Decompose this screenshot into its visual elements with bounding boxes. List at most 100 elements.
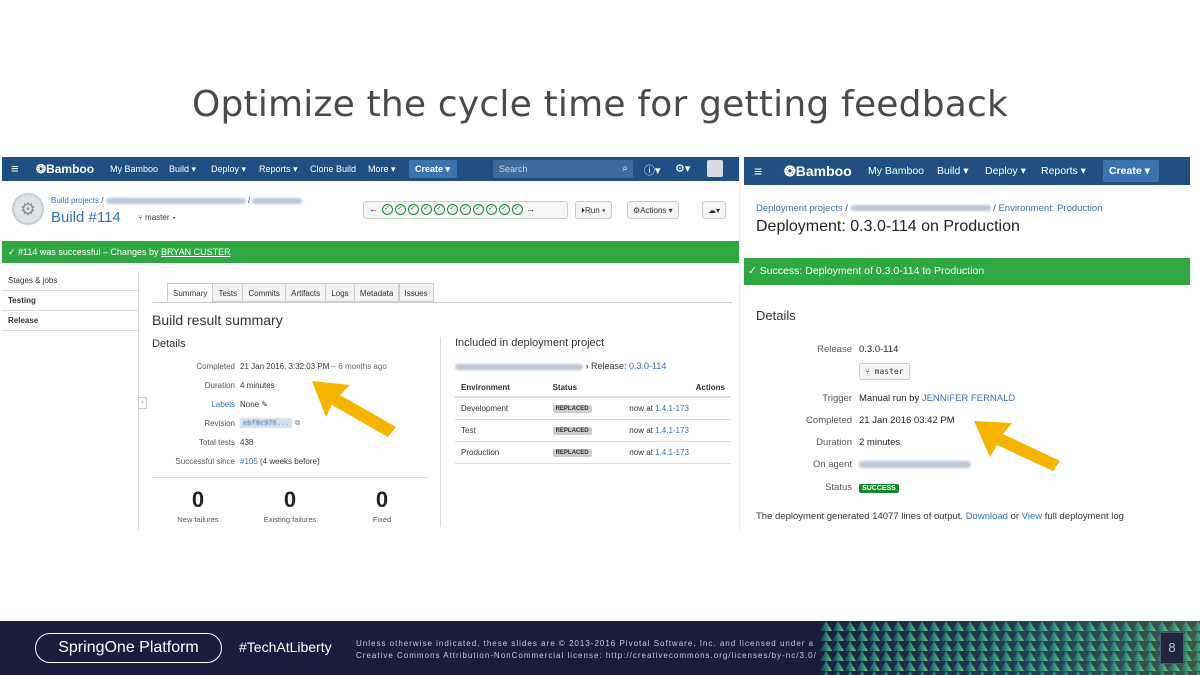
status-value: SUCCESS bbox=[859, 482, 899, 493]
build-title[interactable]: Build #114 bbox=[51, 209, 121, 226]
nav-my-bamboo[interactable]: My Bamboo bbox=[868, 165, 924, 177]
version-link[interactable]: 1.4.1-173 bbox=[655, 426, 689, 435]
tab-bar: Summary Tests Commits Artifacts Logs Met… bbox=[167, 283, 434, 303]
actions-button[interactable]: ⚙Actions ▾ bbox=[627, 201, 679, 219]
version-link[interactable]: 1.4.1-173 bbox=[655, 404, 689, 413]
copy-icon[interactable]: ⧉ bbox=[295, 418, 301, 427]
total-tests-value: 438 bbox=[240, 438, 254, 447]
sidebar: Stages & jobs Testing Release bbox=[2, 271, 139, 530]
new-failures-count: 0 bbox=[191, 487, 205, 512]
hashtag: #TechAtLiberty bbox=[239, 639, 332, 655]
environment-table: Environment Status Actions Development R… bbox=[455, 379, 731, 464]
build-check-icon[interactable]: ✓ bbox=[394, 204, 406, 216]
nav-build[interactable]: Build ▾ bbox=[169, 164, 196, 175]
env-test-link[interactable]: Test bbox=[455, 419, 547, 442]
create-button[interactable]: Create ▾ bbox=[409, 160, 457, 178]
nav-reports[interactable]: Reports ▾ bbox=[259, 164, 298, 175]
build-check-icon[interactable]: ✓ bbox=[498, 204, 510, 216]
gear-icon[interactable]: ⚙▾ bbox=[675, 162, 690, 175]
build-check-icon[interactable]: ✓ bbox=[381, 204, 393, 216]
nav-build[interactable]: Build ▾ bbox=[937, 165, 969, 177]
duration-label: Duration bbox=[204, 381, 235, 390]
col-environment: Environment bbox=[455, 379, 547, 398]
search-input[interactable]: Search ⌕ bbox=[493, 160, 633, 178]
springone-logo: SpringOne Platform bbox=[35, 633, 222, 663]
agent-label: On agent bbox=[812, 459, 852, 470]
next-arrow-icon[interactable]: → bbox=[526, 204, 535, 214]
tab-commits[interactable]: Commits bbox=[242, 283, 286, 302]
revision-value[interactable]: ebf8c976... ⧉ bbox=[240, 418, 300, 428]
run-button[interactable]: ⏵Run ▾ bbox=[575, 201, 612, 219]
build-check-icon[interactable]: ✓ bbox=[511, 204, 523, 216]
view-log-link[interactable]: View bbox=[1022, 511, 1042, 522]
duration-value: 4 minutes bbox=[240, 381, 275, 390]
status-badge: REPLACED bbox=[552, 405, 592, 414]
build-check-icon[interactable]: ✓ bbox=[433, 204, 445, 216]
column-divider bbox=[440, 337, 441, 527]
details-divider bbox=[152, 477, 428, 478]
tab-issues[interactable]: Issues bbox=[398, 283, 434, 302]
sidebar-item-testing[interactable]: Testing bbox=[2, 291, 138, 311]
top-nav: ≡ ❂Bamboo My Bamboo Build ▾ Deploy ▾ Rep… bbox=[744, 157, 1190, 185]
search-icon: ⌕ bbox=[622, 163, 628, 174]
page-title: Deployment: 0.3.0-114 on Production bbox=[756, 218, 1020, 235]
nav-deploy[interactable]: Deploy ▾ bbox=[985, 165, 1026, 177]
share-button[interactable]: ☁▾ bbox=[702, 201, 727, 219]
build-check-icon[interactable]: ✓ bbox=[420, 204, 432, 216]
tab-logs[interactable]: Logs bbox=[325, 283, 355, 302]
now-at-cell: now at 1.4.1-173 bbox=[623, 419, 731, 442]
agent-value[interactable] bbox=[859, 459, 971, 470]
breadcrumb-deployment-projects[interactable]: Deployment projects bbox=[756, 203, 843, 214]
build-status-gear-icon: ⚙ bbox=[12, 193, 44, 225]
trigger-value: Manual run by JENNIFER FERNALD bbox=[859, 393, 1016, 404]
release-link[interactable]: 0.3.0-114 bbox=[859, 344, 898, 355]
env-production-link[interactable]: Production bbox=[455, 441, 547, 464]
avatar[interactable] bbox=[707, 160, 723, 177]
menu-icon[interactable]: ≡ bbox=[11, 162, 19, 175]
branch-selector[interactable]: ⑂ master ▾ bbox=[138, 213, 177, 222]
build-check-icon[interactable]: ✓ bbox=[472, 204, 484, 216]
release-link[interactable]: 0.3.0-114 bbox=[629, 361, 666, 371]
build-check-icon[interactable]: ✓ bbox=[485, 204, 497, 216]
top-nav: ≡ ❂Bamboo My Bamboo Build ▾ Deploy ▾ Rep… bbox=[2, 157, 739, 181]
menu-icon[interactable]: ≡ bbox=[754, 163, 762, 179]
tab-metadata[interactable]: Metadata bbox=[353, 283, 400, 302]
tab-tests[interactable]: Tests bbox=[212, 283, 244, 302]
sidebar-item-stages-jobs[interactable]: Stages & jobs bbox=[2, 271, 138, 291]
deployment-success-banner: ✓ Success: Deployment of 0.3.0-114 to Pr… bbox=[744, 258, 1190, 285]
build-check-icon[interactable]: ✓ bbox=[407, 204, 419, 216]
build-105-link[interactable]: #105 bbox=[240, 457, 258, 466]
sidebar-item-release[interactable]: Release bbox=[2, 311, 138, 331]
table-row: Test REPLACED now at 1.4.1-173 bbox=[455, 419, 731, 442]
build-header: ⚙ Build projects / / Build #114 ⑂ master… bbox=[2, 181, 739, 233]
nav-clone-build[interactable]: Clone Build bbox=[310, 164, 356, 174]
tabs-divider bbox=[152, 302, 732, 303]
env-development-link[interactable]: Development bbox=[455, 397, 547, 420]
build-check-icon[interactable]: ✓ bbox=[459, 204, 471, 216]
help-icon[interactable]: ⓘ▾ bbox=[644, 162, 661, 178]
changes-author-link[interactable]: BRYAN CUSTER bbox=[161, 247, 231, 257]
pencil-icon[interactable]: ✎ bbox=[261, 400, 268, 409]
license-text: Unless otherwise indicated, these slides… bbox=[356, 639, 817, 660]
build-check-icon[interactable]: ✓ bbox=[446, 204, 458, 216]
build-history-strip: ← ✓ ✓ ✓ ✓ ✓ ✓ ✓ ✓ ✓ ✓ ✓ → bbox=[363, 201, 568, 219]
bamboo-logo[interactable]: ❂Bamboo bbox=[36, 162, 94, 176]
tab-summary[interactable]: Summary bbox=[167, 283, 214, 302]
bamboo-logo[interactable]: ❂Bamboo bbox=[784, 163, 852, 180]
tab-artifacts[interactable]: Artifacts bbox=[285, 283, 327, 302]
breadcrumb-environment[interactable]: Environment: Production bbox=[998, 203, 1102, 214]
create-button[interactable]: Create ▾ bbox=[1103, 160, 1159, 182]
breadcrumb-build-projects[interactable]: Build projects bbox=[51, 196, 99, 205]
slide-title: Optimize the cycle time for getting feed… bbox=[191, 84, 1009, 125]
prev-arrow-icon[interactable]: ← bbox=[369, 204, 378, 214]
nav-more[interactable]: More ▾ bbox=[368, 164, 396, 175]
nav-my-bamboo[interactable]: My Bamboo bbox=[110, 164, 158, 174]
labels-link[interactable]: Labels bbox=[135, 400, 235, 409]
nav-reports[interactable]: Reports ▾ bbox=[1041, 165, 1086, 177]
version-link[interactable]: 1.4.1-173 bbox=[655, 448, 689, 457]
nav-deploy[interactable]: Deploy ▾ bbox=[211, 164, 246, 175]
summary-heading: Build result summary bbox=[152, 312, 283, 328]
download-log-link[interactable]: Download bbox=[966, 511, 1008, 522]
footer-band: SpringOne Platform #TechAtLiberty Unless… bbox=[0, 621, 1200, 675]
trigger-user-link[interactable]: JENNIFER FERNALD bbox=[922, 393, 1015, 404]
